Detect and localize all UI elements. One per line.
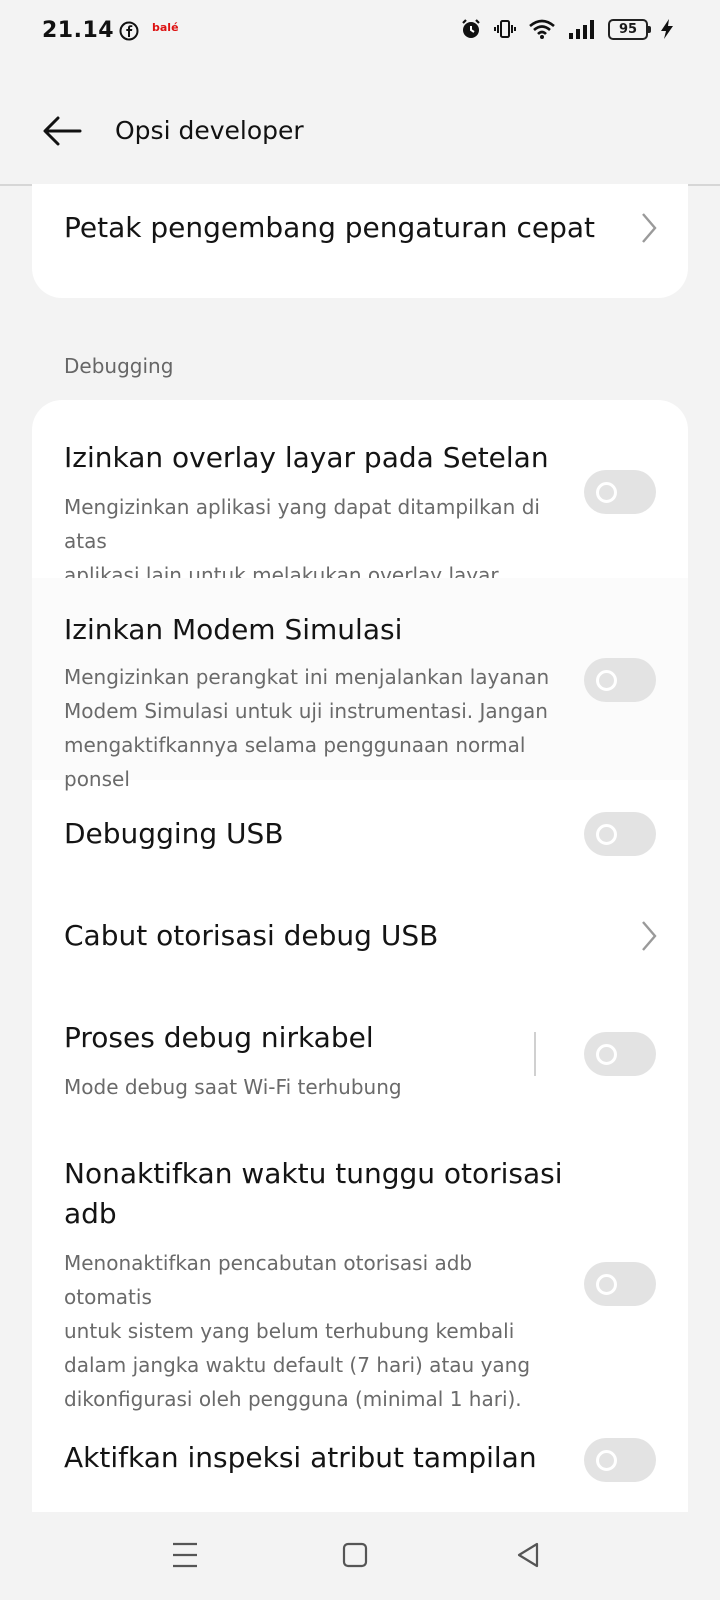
arrow-left-icon	[43, 116, 82, 146]
item-title: Proses debug nirkabel	[64, 1021, 374, 1054]
overlay-settings-toggle[interactable]	[584, 470, 656, 514]
battery-level: 95	[618, 21, 638, 37]
subtitle-line: Mengizinkan aplikasi yang dapat ditampil…	[64, 495, 540, 553]
section-header-debugging: Debugging	[64, 354, 174, 378]
wifi-icon	[529, 19, 555, 39]
setting-item-overlay-settings[interactable]: Izinkan overlay layar pada Setelan Mengi…	[32, 400, 688, 621]
item-title: Izinkan Modem Simulasi	[64, 613, 403, 646]
app-bar: Opsi developer	[0, 64, 720, 186]
signal-icon	[569, 20, 594, 39]
navigation-bar	[0, 1512, 720, 1600]
home-button[interactable]	[330, 1530, 380, 1580]
mock-modem-toggle[interactable]	[584, 658, 656, 702]
bale-icon: balé	[152, 21, 179, 40]
subtitle-line: Modem Simulasi untuk uji instrumentasi. …	[64, 699, 548, 723]
wireless-debugging-toggle[interactable]	[584, 1032, 656, 1076]
toggle-knob	[596, 1044, 617, 1065]
quick-settings-tiles-item[interactable]: Petak pengembang pengaturan cepat	[32, 184, 688, 284]
toggle-knob	[596, 1274, 617, 1295]
setting-item-view-attribute-inspection[interactable]: Aktifkan inspeksi atribut tampilan	[32, 1408, 688, 1512]
subtitle-line: Mengizinkan perangkat ini menjalankan la…	[64, 665, 550, 689]
item-title: Cabut otorisasi debug USB	[64, 919, 439, 952]
setting-item-revoke-usb-auth[interactable]: Cabut otorisasi debug USB	[32, 884, 688, 988]
item-subtitle: Mode debug saat Wi-Fi terhubung	[64, 1070, 554, 1104]
vertical-divider	[534, 1032, 536, 1076]
toggle-knob	[596, 824, 617, 845]
status-icons: 95	[460, 18, 674, 40]
usb-debugging-toggle[interactable]	[584, 812, 656, 856]
vibrate-icon	[494, 20, 516, 38]
item-title: Debugging USB	[64, 817, 284, 850]
item-subtitle: Menonaktifkan pencabutan otorisasi adb o…	[64, 1246, 554, 1416]
title-line: adb	[64, 1197, 117, 1230]
setting-item-wireless-debugging[interactable]: Proses debug nirkabel Mode debug saat Wi…	[32, 988, 688, 1128]
setting-item-usb-debugging[interactable]: Debugging USB	[32, 780, 688, 884]
view-attribute-toggle[interactable]	[584, 1438, 656, 1482]
item-title: Izinkan overlay layar pada Setelan	[64, 441, 549, 474]
home-icon	[342, 1542, 368, 1568]
item-title: Petak pengembang pengaturan cepat	[64, 211, 595, 244]
status-bar: 21.14 balé 95	[0, 0, 720, 64]
battery-icon: 95	[608, 18, 651, 40]
recents-button[interactable]	[160, 1530, 210, 1580]
charging-icon	[661, 19, 673, 39]
back-triangle-icon	[517, 1542, 539, 1568]
debugging-card: Izinkan overlay layar pada Setelan Mengi…	[32, 400, 688, 1512]
page-title: Opsi developer	[115, 116, 304, 145]
subtitle-line: untuk sistem yang belum terhubung kembal…	[64, 1319, 515, 1343]
facebook-icon	[119, 21, 139, 41]
alarm-icon	[462, 19, 480, 38]
status-time: 21.14	[42, 18, 115, 43]
item-title: Aktifkan inspeksi atribut tampilan	[64, 1441, 537, 1474]
setting-item-disable-adb-timeout[interactable]: Nonaktifkan waktu tunggu otorisasi adb M…	[32, 1128, 688, 1411]
menu-icon	[173, 1542, 197, 1568]
item-title: Nonaktifkan waktu tunggu otorisasi adb	[64, 1154, 563, 1234]
toggle-knob	[596, 1450, 617, 1471]
subtitle-line: Mode debug saat Wi-Fi terhubung	[64, 1075, 402, 1099]
chevron-right-icon	[642, 921, 657, 951]
back-button[interactable]	[40, 108, 86, 154]
item-subtitle: Mengizinkan perangkat ini menjalankan la…	[64, 660, 554, 796]
bale-label: balé	[152, 21, 179, 34]
title-line: Nonaktifkan waktu tunggu otorisasi	[64, 1157, 563, 1190]
nav-back-button[interactable]	[504, 1530, 554, 1580]
subtitle-line: Menonaktifkan pencabutan otorisasi adb o…	[64, 1251, 473, 1309]
setting-item-mock-modem[interactable]: Izinkan Modem Simulasi Mengizinkan peran…	[32, 578, 688, 791]
settings-card-top: Petak pengembang pengaturan cepat	[32, 184, 688, 298]
subtitle-line: dalam jangka waktu default (7 hari) atau…	[64, 1353, 531, 1377]
adb-timeout-toggle[interactable]	[584, 1262, 656, 1306]
toggle-knob	[596, 670, 617, 691]
toggle-knob	[596, 482, 617, 503]
chevron-right-icon	[642, 213, 657, 243]
